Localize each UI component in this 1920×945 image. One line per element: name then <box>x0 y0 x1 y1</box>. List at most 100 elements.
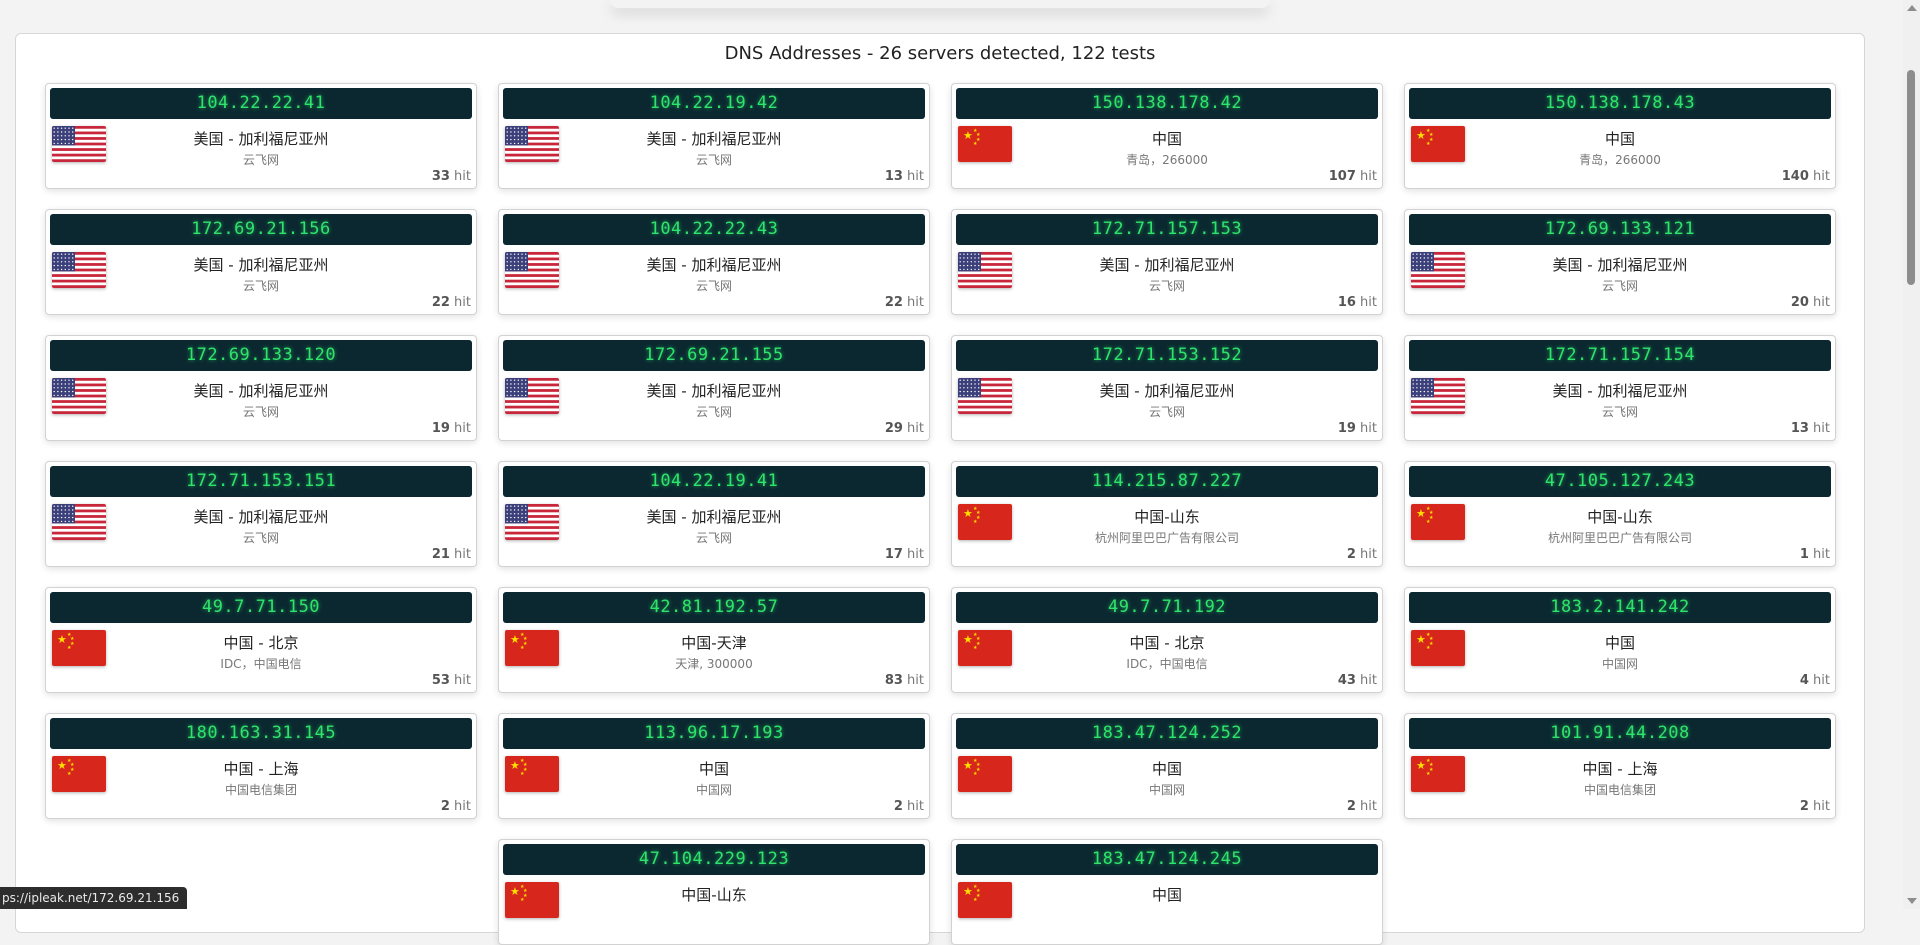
ip-address[interactable]: 172.69.21.156 <box>50 214 472 245</box>
ip-address[interactable]: 47.104.229.123 <box>503 844 925 875</box>
ip-address[interactable]: 172.69.133.120 <box>50 340 472 371</box>
dns-server-card[interactable]: 49.7.71.192 ★ ★ ★ ★ ★ 中国 - 北京 IDC，中国电信 43 hit <box>951 587 1383 693</box>
server-location: 中国-山东 <box>1587 508 1653 526</box>
server-isp: 中国网 <box>695 783 732 797</box>
ip-address[interactable]: 183.47.124.245 <box>956 844 1378 875</box>
dns-server-card[interactable]: 104.22.19.42 美国 - 加利福尼亚州云飞网 13 hit <box>498 83 930 189</box>
scroll-down-arrow-icon[interactable] <box>1907 898 1917 904</box>
dns-server-card[interactable]: 172.69.133.121 美国 - 加利福尼亚州 云飞网 20 hit <box>1404 209 1836 315</box>
server-location: 美国 - 加利福尼亚州 <box>193 256 329 274</box>
dns-server-card[interactable]: 150.138.178.43 ★ ★ ★ ★ ★ 中国 青岛，266000 140 hit <box>1404 83 1836 189</box>
server-isp: 云飞网 <box>1148 405 1185 419</box>
server-isp: 云飞网 <box>242 153 279 167</box>
dns-server-card[interactable]: 104.22.22.43 美国 - 加利福尼亚州 云飞网 22 hit <box>498 209 930 315</box>
ip-address[interactable]: 172.69.21.155 <box>503 340 925 371</box>
server-location: 中国 <box>1151 760 1182 778</box>
server-location: 中国 - 上海 <box>223 760 299 778</box>
ip-address[interactable]: 104.22.19.42 <box>503 88 925 119</box>
server-isp: 天津, 300000 <box>675 657 753 671</box>
dns-server-card[interactable]: 172.71.157.153 美国 - 加利福尼亚州 云飞网 16 hit <box>951 209 1383 315</box>
ip-address[interactable]: 172.71.153.151 <box>50 466 472 497</box>
server-location: 美国 - 加利福尼亚州 <box>646 256 782 274</box>
server-isp: 杭州阿里巴巴广告有限公司 <box>1094 531 1239 545</box>
ip-address[interactable]: 49.7.71.150 <box>50 592 472 623</box>
dns-server-card[interactable]: 104.22.19.41 美国 - 加利福尼亚州 云飞网 17 hit <box>498 461 930 567</box>
panel-title: DNS Addresses - 26 servers detected, 122… <box>724 43 1156 64</box>
server-isp: 云飞网 <box>695 153 732 167</box>
dns-server-card[interactable]: 42.81.192.57 ★ ★ ★ ★ ★ 中国-天津 天津, 300000 83 hit <box>498 587 930 693</box>
dns-server-card[interactable]: 101.91.44.208 ★ ★ ★ ★ ★ 中国 - 上海 中国电信集团 2 hit <box>1404 713 1836 819</box>
dns-server-card[interactable]: 180.163.31.145 ★ ★ ★ ★ ★ 中国 - 上海 中国电信集团 2 hit <box>45 713 477 819</box>
server-isp: IDC，中国电信 <box>220 657 302 671</box>
dns-server-card[interactable]: 150.138.178.42 ★ ★ ★ ★ ★ 中国 青岛，266000 107 hit <box>951 83 1383 189</box>
scroll-up-arrow-icon[interactable] <box>1907 5 1917 11</box>
top-overlay-shadow <box>610 0 1270 8</box>
dns-server-card[interactable]: 172.71.157.154 美国 - 加利福尼亚州 云飞网 13 hit <box>1404 335 1836 441</box>
server-isp: 中国电信集团 <box>1583 783 1656 797</box>
hit-count: 1 hit <box>1799 547 1830 562</box>
dns-server-card[interactable]: 172.69.21.155 美国 - 加利福尼亚州 云飞网 29 hit <box>498 335 930 441</box>
ip-address[interactable]: 114.215.87.227 <box>956 466 1378 497</box>
dns-server-card[interactable]: 172.69.21.156 美国 - 加利福尼亚州 云飞网 22 hit <box>45 209 477 315</box>
ip-address[interactable]: 113.96.17.193 <box>503 718 925 749</box>
hit-count: 21 hit <box>431 547 471 562</box>
server-location: 中国 - 北京 <box>1129 634 1205 652</box>
ip-address[interactable]: 104.22.22.43 <box>503 214 925 245</box>
ip-address[interactable]: 47.105.127.243 <box>1409 466 1831 497</box>
scroll-thumb[interactable] <box>1907 70 1915 285</box>
server-isp: 云飞网 <box>695 531 732 545</box>
hit-count: 53 hit <box>431 673 471 688</box>
hit-count: 2 hit <box>440 799 471 814</box>
server-isp: 云飞网 <box>242 531 279 545</box>
ip-address[interactable]: 104.22.19.41 <box>503 466 925 497</box>
hit-count: 2 hit <box>1799 799 1830 814</box>
server-location: 美国 - 加利福尼亚州 <box>1099 256 1235 274</box>
ip-address[interactable]: 150.138.178.43 <box>1409 88 1831 119</box>
server-location: 中国 <box>1604 634 1635 652</box>
server-isp: 云飞网 <box>242 405 279 419</box>
server-location: 中国 <box>698 760 729 778</box>
ip-address[interactable]: 172.71.153.152 <box>956 340 1378 371</box>
dns-server-card[interactable]: 113.96.17.193 ★ ★ ★ ★ ★ 中国 中国网 2 hit <box>498 713 930 819</box>
ip-address[interactable]: 104.22.22.41 <box>50 88 472 119</box>
ip-address[interactable]: 172.71.157.154 <box>1409 340 1831 371</box>
dns-server-card[interactable]: 172.69.133.120 美国 - 加利福尼亚州 云飞网 19 hit <box>45 335 477 441</box>
ip-address[interactable]: 172.69.133.121 <box>1409 214 1831 245</box>
hit-count: 22 hit <box>431 295 471 310</box>
ip-address[interactable]: 101.91.44.208 <box>1409 718 1831 749</box>
ip-address[interactable]: 183.47.124.252 <box>956 718 1378 749</box>
hit-count: 107 hit <box>1328 169 1377 184</box>
hit-count: 2 hit <box>1346 547 1377 562</box>
server-location: 美国 - 加利福尼亚州 <box>646 130 782 148</box>
dns-server-card[interactable]: 183.47.124.245 ★ ★ ★ ★ ★ 中国 <box>951 839 1383 945</box>
hit-count: 140 hit <box>1781 169 1830 184</box>
ip-address[interactable]: 49.7.71.192 <box>956 592 1378 623</box>
server-location: 美国 - 加利福尼亚州 <box>193 382 329 400</box>
ip-address[interactable]: 150.138.178.42 <box>956 88 1378 119</box>
dns-server-card[interactable]: 183.2.141.242 ★ ★ ★ ★ ★ 中国 中国网 4 hit <box>1404 587 1836 693</box>
server-isp: 云飞网 <box>695 405 732 419</box>
server-location: 中国 <box>1151 886 1182 904</box>
dns-server-card[interactable]: 47.104.229.123 ★ ★ ★ ★ ★ 中国-山东 <box>498 839 930 945</box>
dns-server-card[interactable]: 49.7.71.150 ★ ★ ★ ★ ★ 中国 - 北京 IDC，中国电信 53 hit <box>45 587 477 693</box>
dns-server-card[interactable]: 183.47.124.252 ★ ★ ★ ★ ★ 中国 中国网 2 hit <box>951 713 1383 819</box>
server-location: 中国 - 北京 <box>223 634 299 652</box>
ip-address[interactable]: 180.163.31.145 <box>50 718 472 749</box>
hit-count: 29 hit <box>884 421 924 436</box>
vertical-scrollbar[interactable] <box>1903 0 1920 909</box>
dns-server-card[interactable]: 104.22.22.41 美国 - 加利福尼亚州 云飞网 33 hit <box>45 83 477 189</box>
ip-address[interactable]: 172.71.157.153 <box>956 214 1378 245</box>
hit-count: 2 hit <box>893 799 924 814</box>
ip-address[interactable]: 183.2.141.242 <box>1409 592 1831 623</box>
ip-address[interactable]: 42.81.192.57 <box>503 592 925 623</box>
dns-server-card[interactable]: 114.215.87.227 ★ ★ ★ ★ ★ 中国-山东 杭州阿里巴巴广告有限公司 2 hi… <box>951 461 1383 567</box>
hit-count: 13 hit <box>1790 421 1830 436</box>
dns-server-card[interactable]: 172.71.153.151 美国 - 加利福尼亚州 云飞网 21 hit <box>45 461 477 567</box>
server-isp: 青岛，266000 <box>1579 153 1661 167</box>
hit-count: 13 hit <box>884 169 924 184</box>
server-location: 中国 <box>1151 130 1182 148</box>
dns-server-card[interactable]: 47.105.127.243 ★ ★ ★ ★ ★ 中国-山东 杭州阿里巴巴广告有限公司 1 hi… <box>1404 461 1836 567</box>
dns-server-card[interactable]: 172.71.153.152 美国 - 加利福尼亚州 云飞网 19 hit <box>951 335 1383 441</box>
hit-count: 17 hit <box>884 547 924 562</box>
server-location: 中国 <box>1604 130 1635 148</box>
